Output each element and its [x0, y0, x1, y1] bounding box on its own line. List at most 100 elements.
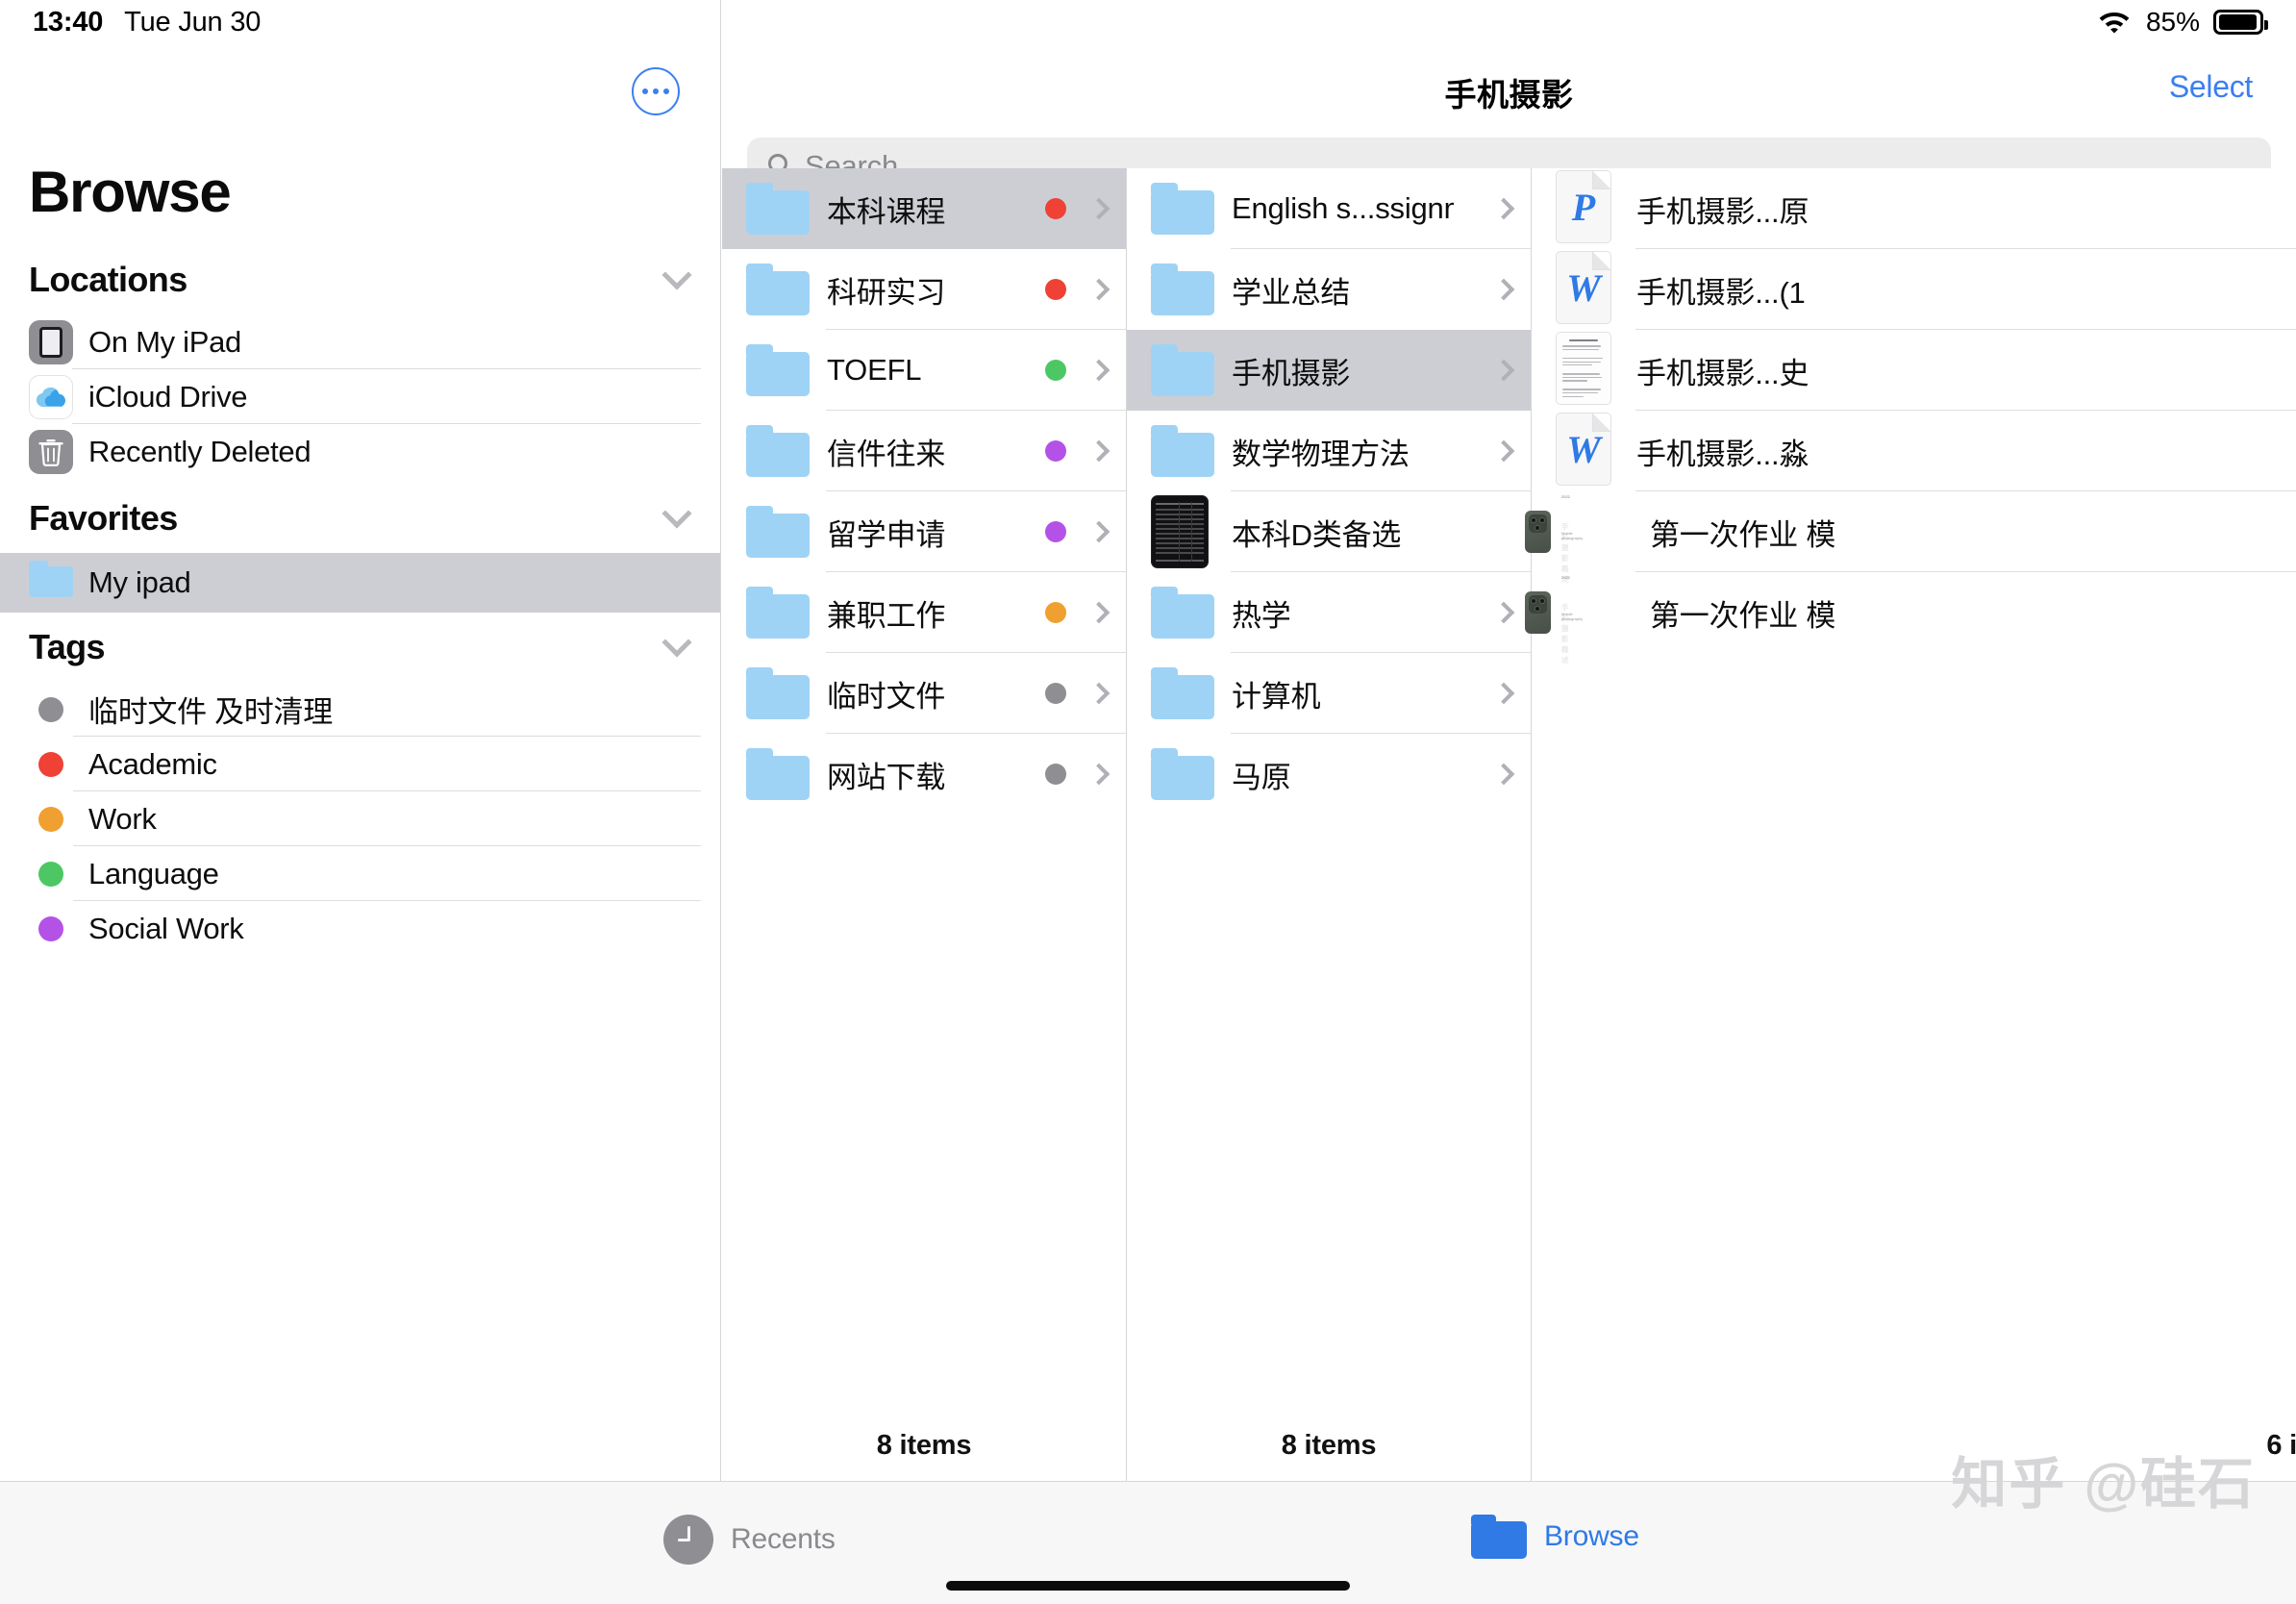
status-bar-time: 13:40 [33, 6, 104, 38]
folder-icon [1151, 667, 1214, 719]
list-item-label: 手机摄影...原 [1636, 194, 1809, 229]
word-file-icon: W [1556, 413, 1619, 489]
battery-percent-label: 85% [2145, 7, 2200, 37]
chevron-right-icon [1087, 520, 1111, 543]
sidebar-tag-item[interactable]: Language [0, 846, 720, 901]
list-item[interactable]: 学业总结 [1127, 249, 1531, 330]
tag-color-dot-icon [38, 751, 63, 777]
tag-color-dot-icon [1045, 602, 1066, 623]
list-item[interactable]: English s...ssignment [1127, 168, 1531, 249]
list-item-label: 手机摄影...史 [1636, 356, 1809, 390]
tag-color-dot-icon [1045, 764, 1066, 785]
sidebar-section-title: Locations [29, 260, 187, 299]
status-bar-left: 13:40 Tue Jun 30 [33, 7, 261, 38]
list-item-label: 手机摄影 [1232, 356, 1351, 390]
detail-pane: 手机摄影 Select Search 本科课程 科研实习 TOEFL 信件往来 … [722, 0, 2296, 1481]
list-item[interactable]: TOEFL [722, 330, 1126, 411]
sidebar-item-on-my-ipad[interactable]: On My iPad [0, 314, 720, 369]
word-file-icon: W [1556, 251, 1619, 328]
clock-icon [663, 1515, 713, 1565]
chevron-down-icon [661, 498, 692, 529]
sidebar-item-icloud-drive[interactable]: iCloud Drive [0, 369, 720, 424]
list-item[interactable]: 手机摄影 [1127, 330, 1531, 411]
chevron-right-icon [1087, 197, 1111, 220]
status-bar-right: 85% [2096, 7, 2268, 38]
list-item-label: English s...ssignment [1232, 191, 1454, 225]
list-item[interactable]: 本科课程 [722, 168, 1126, 249]
sidebar-item-recently-deleted[interactable]: Recently Deleted [0, 424, 720, 479]
sidebar-section-locations-header[interactable]: Locations [0, 245, 720, 314]
tag-color-dot-icon [38, 696, 63, 722]
list-item[interactable]: 信件往来 [722, 411, 1126, 491]
battery-icon [2213, 10, 2268, 35]
list-item-label: 第一次作业 模 [1650, 517, 1836, 552]
more-options-button[interactable] [632, 67, 680, 115]
sidebar-section-tags-header[interactable]: Tags [0, 613, 720, 682]
tag-color-dot-icon [38, 915, 63, 941]
list-item[interactable]: 马原 [1127, 734, 1531, 815]
chevron-right-icon [1087, 601, 1111, 624]
sidebar-item-my-ipad[interactable]: My ipad [0, 553, 720, 613]
list-item[interactable]: 本科D类备选 [1127, 491, 1531, 572]
spreadsheet-thumbnail-icon [1151, 493, 1214, 570]
list-item[interactable]: 手机摄影...史 [1532, 330, 2296, 411]
tab-recents[interactable]: Recents [663, 1515, 836, 1565]
select-button[interactable]: Select [2169, 69, 2253, 105]
icloud-icon [29, 374, 73, 419]
tag-color-dot-icon [1045, 279, 1066, 300]
list-item-label: 兼职工作 [827, 598, 946, 633]
list-item[interactable]: 手机摄影概述 Mobile photography 2022 第一次作业 模 [1525, 572, 2296, 664]
folder-icon [1151, 425, 1214, 477]
list-item[interactable]: 兼职工作 [722, 572, 1126, 653]
sidebar-tag-item[interactable]: Academic [0, 737, 720, 791]
list-item[interactable]: 计算机 [1127, 653, 1531, 734]
column-one: 本科课程 科研实习 TOEFL 信件往来 留学申请 兼职工作 临时文件 网站下载… [722, 168, 1127, 1481]
folder-icon [746, 183, 810, 235]
sidebar-tag-label: Language [88, 856, 219, 890]
list-item-label: 学业总结 [1232, 275, 1351, 310]
wifi-icon [2096, 7, 2133, 38]
column-two: English s...ssignment 学业总结 手机摄影 [1127, 168, 1532, 1481]
list-item-label: 信件往来 [827, 437, 946, 471]
sidebar-tag-item[interactable]: Social Work [0, 901, 720, 956]
list-item[interactable]: 热学 [1127, 572, 1531, 653]
powerpoint-file-icon: P [1556, 170, 1619, 247]
browser-columns: 本科课程 科研实习 TOEFL 信件往来 留学申请 兼职工作 临时文件 网站下载… [722, 168, 2296, 1481]
list-item[interactable]: 临时文件 [722, 653, 1126, 734]
chevron-right-icon [1087, 682, 1111, 705]
list-item[interactable]: 留学申请 [722, 491, 1126, 572]
sidebar-item-label: My ipad [88, 565, 191, 599]
home-indicator[interactable] [946, 1581, 1350, 1591]
sidebar-tag-label: Work [88, 801, 157, 836]
list-item[interactable]: W 手机摄影...(1 [1532, 249, 2296, 330]
chevron-right-icon [1087, 439, 1111, 463]
folder-icon [746, 748, 810, 800]
chevron-right-icon [1087, 278, 1111, 301]
folder-icon [746, 344, 810, 396]
word-letter: W [1566, 427, 1601, 471]
chevron-right-icon [1492, 359, 1515, 382]
sidebar-item-label: On My iPad [88, 324, 241, 359]
sidebar-tag-item[interactable]: Work [0, 791, 720, 846]
tab-browse[interactable]: Browse [1471, 1515, 1639, 1559]
sidebar-tag-label: Academic [88, 746, 217, 781]
folder-icon [1151, 263, 1214, 315]
list-item[interactable]: W 手机摄影...淼 [1532, 411, 2296, 491]
list-item-label: 本科课程 [827, 194, 946, 229]
tag-color-dot-icon [1045, 198, 1066, 219]
sidebar-section-favorites-header[interactable]: Favorites [0, 484, 720, 553]
photo-thumbnail-icon: 手机摄影概述 Mobile photography 2022 [1525, 494, 1636, 584]
sidebar-tag-item[interactable]: 临时文件 及时清理 [0, 682, 720, 737]
chevron-right-icon [1492, 682, 1515, 705]
tag-color-dot-icon [1045, 521, 1066, 542]
list-item-label: 马原 [1232, 760, 1291, 794]
folder-icon [1151, 344, 1214, 396]
list-item[interactable]: 网站下载 [722, 734, 1126, 815]
list-item-label: 科研实习 [827, 275, 946, 310]
chevron-right-icon [1492, 601, 1515, 624]
list-item[interactable]: P 手机摄影...原 [1532, 168, 2296, 249]
sidebar-tag-label: 临时文件 及时清理 [88, 695, 333, 729]
list-item[interactable]: 数学物理方法 [1127, 411, 1531, 491]
list-item[interactable]: 手机摄影概述 Mobile photography 2022 第一次作业 模 [1525, 491, 2296, 584]
list-item[interactable]: 科研实习 [722, 249, 1126, 330]
